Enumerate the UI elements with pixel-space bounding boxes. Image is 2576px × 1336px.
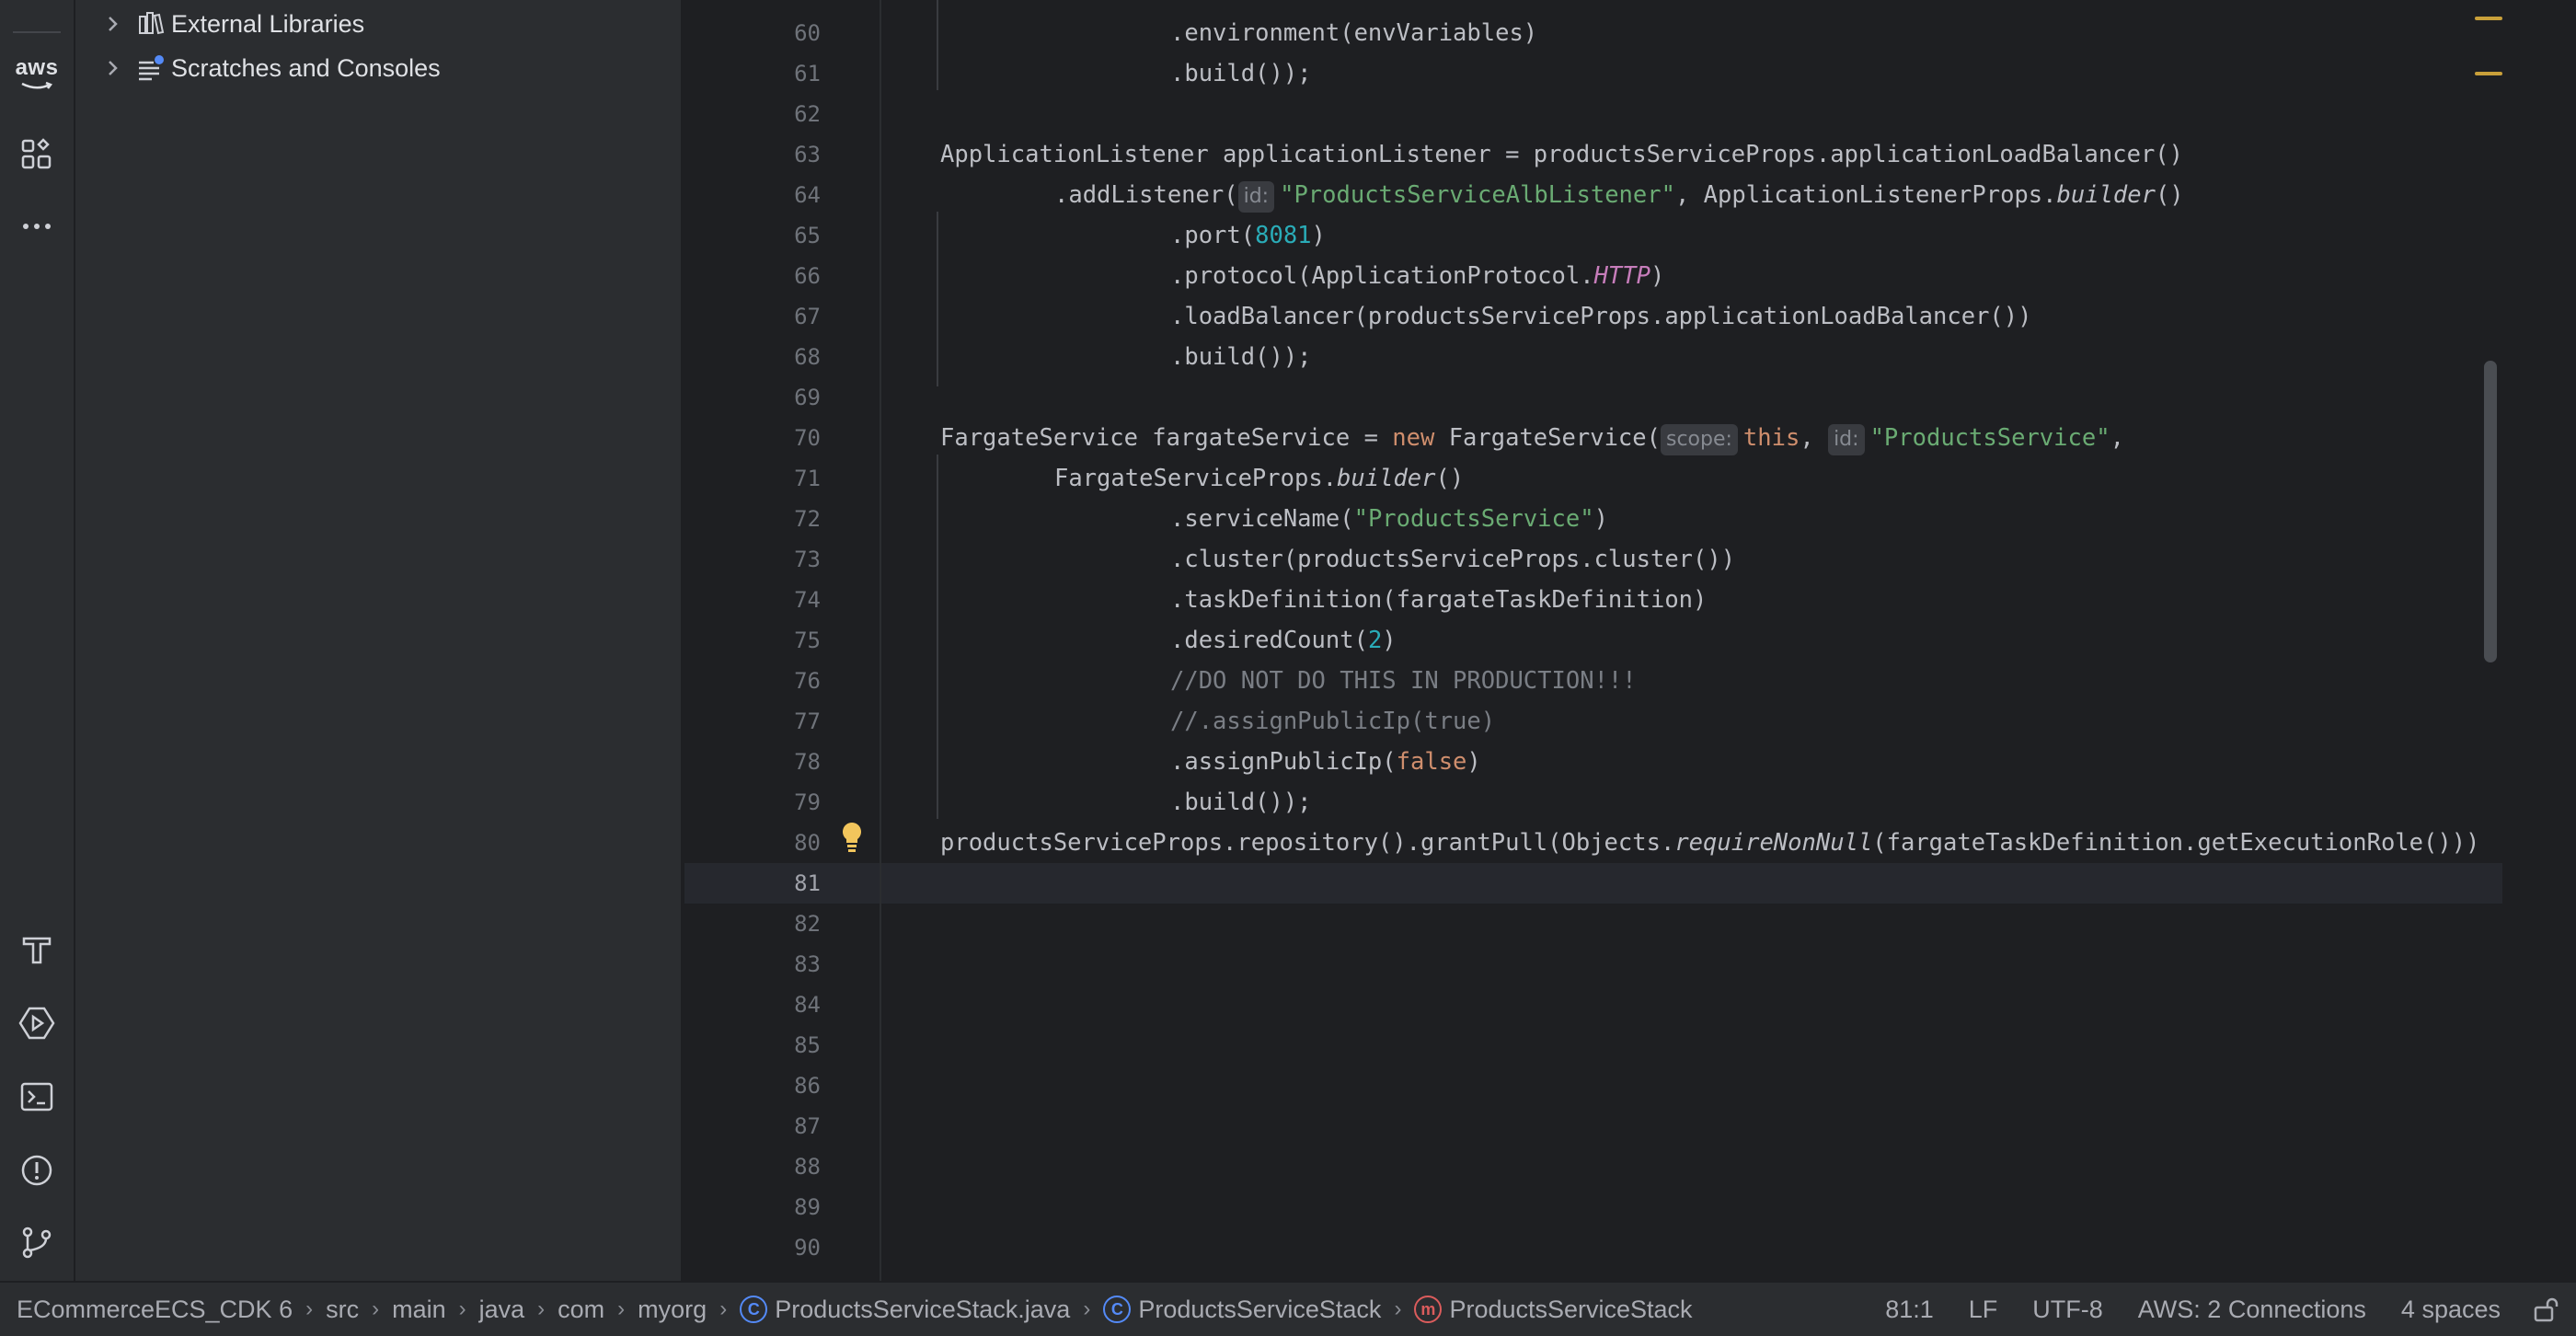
code-line-76: //DO NOT DO THIS IN PRODUCTION!!! xyxy=(1170,667,1637,695)
breadcrumb-item[interactable]: m ProductsServiceStack xyxy=(1414,1295,1693,1324)
chevron-right-icon: › xyxy=(1394,1296,1402,1321)
code-line-79: .build()); xyxy=(1170,789,1312,816)
code-line-68: .build()); xyxy=(1170,343,1312,371)
library-icon xyxy=(139,12,165,35)
line-separator[interactable]: LF xyxy=(1969,1296,1998,1324)
build-icon[interactable] xyxy=(11,924,63,975)
more-icon[interactable] xyxy=(11,201,63,252)
breadcrumb-label: src xyxy=(326,1295,360,1323)
chevron-right-icon: › xyxy=(537,1296,546,1321)
structure-icon[interactable] xyxy=(11,129,63,180)
indent-setting[interactable]: 4 spaces xyxy=(2401,1296,2501,1324)
aws-toolkit-button[interactable]: aws xyxy=(11,55,63,96)
code-line-60: .environment(envVariables) xyxy=(1170,19,1538,47)
aws-logo-label: aws xyxy=(15,55,59,80)
code-area[interactable]: .environment(envVariables) .build()); Ap… xyxy=(684,0,2524,1281)
code-line-77: //.assignPublicIp(true) xyxy=(1170,708,1496,735)
breadcrumb-label: ProductsServiceStack xyxy=(1449,1295,1693,1323)
terminal-icon[interactable] xyxy=(11,1071,63,1123)
aws-smile-icon xyxy=(21,81,52,89)
breadcrumb-item[interactable]: com xyxy=(558,1296,604,1324)
code-line-73: .cluster(productsServiceProps.cluster()) xyxy=(1170,546,1736,573)
param-hint: scope: xyxy=(1660,424,1738,455)
chevron-right-icon: › xyxy=(305,1296,314,1321)
breadcrumb-item[interactable]: main xyxy=(392,1296,446,1324)
intention-bulb-icon[interactable] xyxy=(839,821,865,854)
warning-marker[interactable] xyxy=(2475,72,2502,75)
chevron-right-icon[interactable] xyxy=(101,13,123,35)
chevron-right-icon: › xyxy=(617,1296,626,1321)
services-icon[interactable] xyxy=(11,997,63,1049)
code-line-74: .taskDefinition(fargateTaskDefinition) xyxy=(1170,586,1708,614)
code-line-64: .addListener(id: "ProductsServiceAlbListe… xyxy=(1054,175,2184,215)
chevron-right-icon: › xyxy=(372,1296,380,1321)
breadcrumb-item[interactable]: myorg xyxy=(638,1296,707,1324)
code-line-61: .build()); xyxy=(1170,60,1312,87)
tree-item-scratches[interactable]: Scratches and Consoles xyxy=(75,46,683,90)
code-line-70: FargateService fargateService = new Farg… xyxy=(940,418,2124,458)
breadcrumb-item[interactable]: C ProductsServiceStack.java xyxy=(740,1296,1070,1324)
breadcrumb-item[interactable]: C ProductsServiceStack xyxy=(1103,1296,1381,1324)
code-line-72: .serviceName("ProductsService") xyxy=(1170,505,1608,533)
chevron-right-icon: › xyxy=(458,1296,466,1321)
project-tool-window: External Libraries Scratches and Console… xyxy=(75,0,683,1281)
code-line-78: .assignPublicIp(false) xyxy=(1170,748,1481,776)
git-icon[interactable] xyxy=(11,1216,63,1268)
breadcrumb-label: com xyxy=(558,1295,605,1323)
chevron-right-icon: › xyxy=(719,1296,728,1321)
breadcrumb-label: main xyxy=(392,1295,446,1323)
breadcrumb-label: ProductsServiceStack.java xyxy=(775,1295,1071,1323)
code-line-66: .protocol(ApplicationProtocol.HTTP) xyxy=(1170,262,1665,290)
code-line-65: .port(8081) xyxy=(1170,222,1326,249)
param-hint: id: xyxy=(1828,424,1865,455)
activity-bar: aws xyxy=(0,0,75,1281)
indent-guide xyxy=(937,0,938,90)
class-icon: C xyxy=(740,1296,768,1323)
class-icon: C xyxy=(1103,1296,1132,1323)
tree-item-label: Scratches and Consoles xyxy=(171,53,441,82)
chevron-right-icon: › xyxy=(1083,1296,1091,1321)
breadcrumb-item[interactable]: src xyxy=(326,1296,359,1324)
method-icon: m xyxy=(1414,1296,1443,1323)
warning-marker[interactable] xyxy=(2475,17,2502,20)
status-bar: ECommerceECS_CDK 6 › src › main › java › com › myo… xyxy=(0,1281,2576,1336)
caret-position[interactable]: 81:1 xyxy=(1885,1296,1934,1324)
tree-item-label: External Libraries xyxy=(171,9,365,38)
indent-guide xyxy=(937,212,938,386)
unlock-icon[interactable] xyxy=(2532,1296,2559,1323)
tree-item-external-libraries[interactable]: External Libraries xyxy=(75,2,683,46)
editor-right-strip xyxy=(2502,0,2576,1281)
code-line-75: .desiredCount(2) xyxy=(1170,627,1397,654)
activity-separator xyxy=(13,31,61,33)
breadcrumb-item[interactable]: ECommerceECS_CDK 6 xyxy=(17,1296,293,1324)
indent-guide xyxy=(937,455,938,819)
breadcrumb-item[interactable]: java xyxy=(479,1296,525,1324)
file-encoding[interactable]: UTF-8 xyxy=(2032,1296,2103,1324)
chevron-right-icon[interactable] xyxy=(101,57,123,79)
code-line-63: ApplicationListener applicationListener … xyxy=(940,141,2184,168)
aws-connections[interactable]: AWS: 2 Connections xyxy=(2138,1296,2366,1324)
status-widgets: 81:1 LF UTF-8 AWS: 2 Connections 4 space… xyxy=(1850,1283,2559,1336)
code-line-71: FargateServiceProps.builder() xyxy=(1054,465,1465,492)
code-editor[interactable]: 60 61 62 63 64 65 66 67 68 69 70 71 72 73 74 75 76 77 78 79… xyxy=(684,0,2576,1281)
code-line-80: productsServiceProps.repository().grantP… xyxy=(940,829,2480,857)
problems-icon[interactable] xyxy=(11,1145,63,1196)
breadcrumb-label: java xyxy=(478,1295,525,1323)
param-hint: id: xyxy=(1237,181,1275,213)
breadcrumb-label: myorg xyxy=(638,1295,707,1323)
vertical-scrollbar[interactable] xyxy=(2484,361,2497,662)
code-line-67: .loadBalancer(productsServiceProps.appli… xyxy=(1170,303,2032,330)
breadcrumb: ECommerceECS_CDK 6 › src › main › java › com › myo… xyxy=(17,1283,1693,1336)
breadcrumb-label: ECommerceECS_CDK 6 xyxy=(17,1295,293,1323)
scratches-icon xyxy=(139,55,164,81)
breadcrumb-label: ProductsServiceStack xyxy=(1138,1295,1382,1323)
